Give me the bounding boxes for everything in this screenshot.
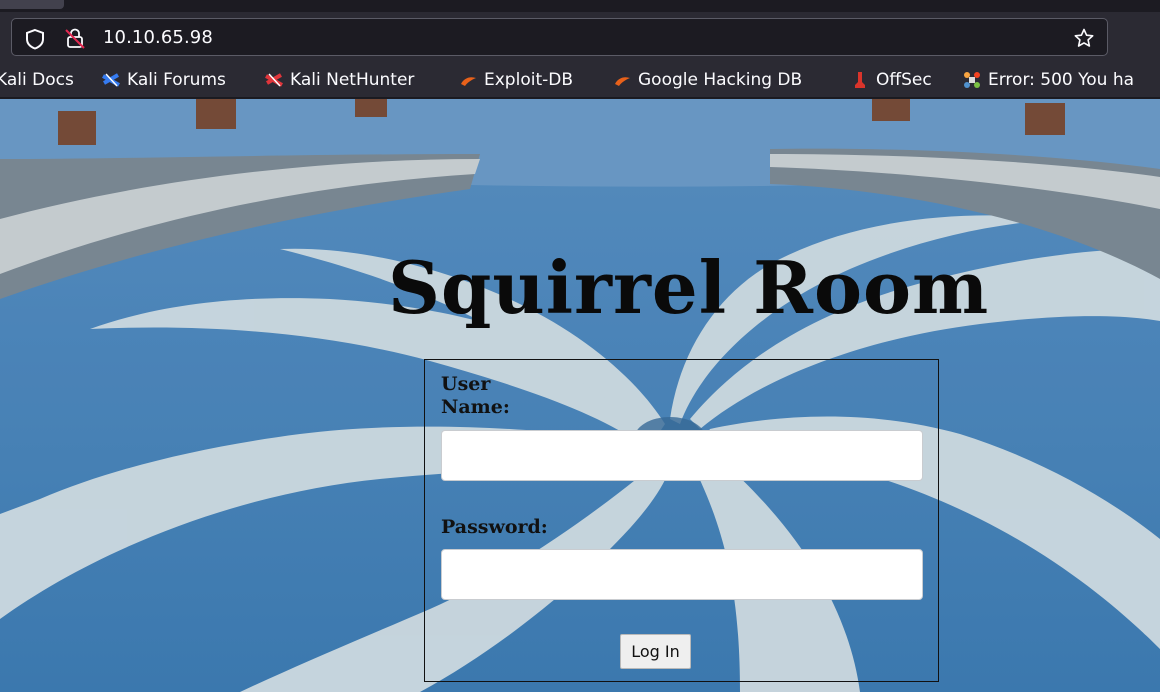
- bookmark-error-500[interactable]: Error: 500 You ha: [962, 69, 1134, 91]
- bookmark-label: Kali NetHunter: [290, 70, 415, 90]
- insecure-lock-icon[interactable]: [64, 27, 86, 49]
- bookmark-kali-docs[interactable]: Kali Docs: [0, 69, 74, 91]
- url-text[interactable]: 10.10.65.98: [103, 27, 213, 48]
- kali-nethunter-icon: [265, 73, 283, 87]
- login-form: User Name: Password: Log In: [424, 359, 939, 682]
- bookmark-label: Google Hacking DB: [638, 70, 803, 90]
- bookmark-kali-nethunter[interactable]: Kali NetHunter: [264, 69, 414, 91]
- bookmark-label: Kali Forums: [127, 70, 226, 90]
- bookmark-exploit-db[interactable]: Exploit-DB: [458, 69, 573, 91]
- shield-icon[interactable]: [24, 28, 46, 50]
- browser-tab[interactable]: [0, 0, 64, 9]
- bookmark-label: OffSec: [876, 70, 932, 90]
- username-input[interactable]: [441, 430, 923, 481]
- bookmark-google-hacking-db[interactable]: Google Hacking DB: [612, 69, 802, 91]
- password-input[interactable]: [441, 549, 923, 600]
- offsec-icon: [855, 72, 865, 88]
- login-button[interactable]: Log In: [620, 634, 691, 669]
- kali-forums-icon: [102, 73, 120, 87]
- username-label: User Name:: [441, 373, 510, 418]
- bookmark-kali-forums[interactable]: Kali Forums: [101, 69, 226, 91]
- bookmarks-toolbar: Kali Docs Kali Forums Kali NetHunter Exp…: [0, 62, 1160, 98]
- page-title: Squirrel Room: [388, 245, 990, 330]
- tab-strip: [0, 0, 1160, 12]
- password-label: Password:: [441, 516, 548, 538]
- bookmark-star-icon[interactable]: [1073, 27, 1095, 49]
- page-viewport: Squirrel Room User Name: Password: Log I…: [0, 99, 1160, 692]
- bookmark-label: Kali Docs: [0, 70, 74, 90]
- browser-toolbar: 10.10.65.98: [0, 0, 1160, 68]
- bookmark-label: Error: 500 You ha: [988, 70, 1135, 90]
- bookmark-label: Exploit-DB: [484, 70, 573, 90]
- joomla-icon: [964, 72, 980, 88]
- address-bar[interactable]: 10.10.65.98: [11, 18, 1108, 56]
- exploit-db-icon: [461, 77, 476, 86]
- google-hacking-db-icon: [615, 77, 630, 86]
- bookmark-offsec[interactable]: OffSec: [850, 69, 932, 91]
